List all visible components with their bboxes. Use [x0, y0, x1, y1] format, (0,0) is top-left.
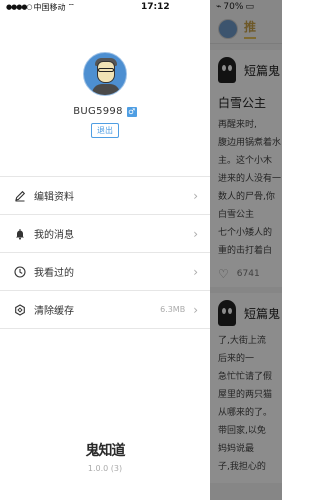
card-line: 急忙忙请了假	[218, 372, 273, 382]
heart-icon[interactable]: ♡	[218, 267, 229, 281]
battery-label: 70%	[223, 2, 244, 12]
cache-size: 6.3MB	[160, 305, 186, 314]
wifi-icon: ⌁	[216, 2, 222, 12]
carrier-label: 中国移动	[33, 2, 66, 12]
card-line: 子,我担心的	[218, 462, 266, 472]
signal-icon: ●●●●○	[6, 3, 33, 11]
card-header: 短篇鬼	[218, 299, 282, 327]
card-body: 了,大街上流 后来的一 急忙忙请了假 屋里的两只猫 从哪来的了。 带回家,以免 …	[218, 333, 282, 475]
like-count: 6741	[236, 269, 260, 279]
edit-icon	[15, 190, 26, 201]
drawer-menu: 编辑资料 › 我的消息 › 我看过的 › 清除缓存 6.3MB ›	[0, 176, 210, 329]
card-line: 重的击打着白	[218, 246, 273, 256]
profile-section: BUG5998 ♂ 退出	[0, 52, 210, 138]
menu-item-clear-cache[interactable]: 清除缓存 6.3MB ›	[0, 291, 210, 329]
card-line: 腹边用锅煮着水	[218, 138, 282, 148]
card-line: 了,大街上流	[218, 336, 266, 346]
card-line: 再醒来时,	[218, 120, 257, 130]
carrier-info: ●●●●○ 中国移动 ⌔	[6, 2, 75, 13]
clear-cache-icon	[15, 303, 25, 316]
feed-user-avatar[interactable]	[218, 18, 238, 39]
chevron-right-icon: ›	[193, 302, 198, 317]
avatar[interactable]	[83, 52, 127, 96]
card-line: 进来的人没有一	[218, 174, 282, 184]
logout-button[interactable]: 退出	[91, 123, 119, 138]
menu-item-label: 我的消息	[34, 230, 74, 241]
username-row: BUG5998 ♂	[0, 106, 210, 117]
bell-icon	[16, 228, 24, 240]
card-subtitle: 白雪公主	[218, 96, 267, 110]
status-bar: ●●●●○ 中国移动 ⌔ 17:12	[0, 0, 210, 14]
card-header: 短篇鬼	[218, 56, 282, 84]
card-line: 带回家,以免	[218, 426, 266, 436]
app-logo: 鬼知道	[85, 443, 126, 459]
card-line: 七个小矮人的	[218, 228, 273, 238]
card-line: 数人的尸骨,你	[218, 192, 275, 202]
card-title: 短篇鬼	[244, 306, 281, 321]
background-feed: ⌁ 70% ▭ 推 短篇鬼 白雪公主 再醒来时, 腹边用锅煮着水 主。这个小木 …	[210, 0, 282, 500]
username: BUG5998	[73, 106, 123, 117]
card-line: 白雪公主	[218, 210, 255, 220]
card-line: 妈妈说最	[218, 444, 255, 454]
card-title: 短篇鬼	[244, 63, 281, 78]
feed-status-bar: ⌁ 70% ▭	[210, 0, 282, 14]
card-body: 再醒来时, 腹边用锅煮着水 主。这个小木 进来的人没有一 数人的尸骨,你 白雪公…	[218, 117, 282, 259]
ghost-avatar-icon	[218, 300, 236, 326]
card-footer: ♡ 6741	[218, 267, 282, 281]
tab-recommend[interactable]: 推	[244, 18, 257, 39]
menu-item-edit-profile[interactable]: 编辑资料 ›	[0, 177, 210, 215]
battery-icon: ▭	[245, 2, 254, 12]
menu-item-label: 编辑资料	[34, 192, 74, 203]
menu-item-label: 清除缓存	[34, 306, 74, 317]
male-gender-icon: ♂	[126, 106, 137, 117]
ghost-avatar-icon	[218, 57, 236, 83]
card-line: 后来的一	[218, 354, 255, 364]
chevron-right-icon: ›	[193, 188, 198, 203]
menu-item-history[interactable]: 我看过的 ›	[0, 253, 210, 291]
brand-footer: 鬼知道 1.0.0 (3)	[0, 440, 210, 473]
chevron-right-icon: ›	[193, 226, 198, 241]
feed-card[interactable]: 短篇鬼 了,大街上流 后来的一 急忙忙请了假 屋里的两只猫 从哪来的了。 带回家…	[210, 293, 282, 483]
card-line: 从哪来的了。	[218, 408, 273, 418]
wifi-icon: ⌔	[67, 2, 76, 11]
status-time: 17:12	[141, 2, 170, 12]
app-version: 1.0.0 (3)	[87, 464, 123, 473]
feed-tab-bar: 推	[210, 14, 282, 44]
feed-card[interactable]: 短篇鬼 白雪公主 再醒来时, 腹边用锅煮着水 主。这个小木 进来的人没有一 数人…	[210, 50, 282, 287]
clock-icon	[14, 265, 26, 278]
card-line: 主。这个小木	[218, 156, 273, 166]
chevron-right-icon: ›	[193, 264, 198, 279]
card-line: 屋里的两只猫	[218, 390, 273, 400]
side-drawer: ●●●●○ 中国移动 ⌔ 17:12 BUG5998 ♂ 退出 编辑资料 › 我…	[0, 0, 210, 500]
menu-item-label: 我看过的	[34, 268, 74, 279]
menu-item-messages[interactable]: 我的消息 ›	[0, 215, 210, 253]
